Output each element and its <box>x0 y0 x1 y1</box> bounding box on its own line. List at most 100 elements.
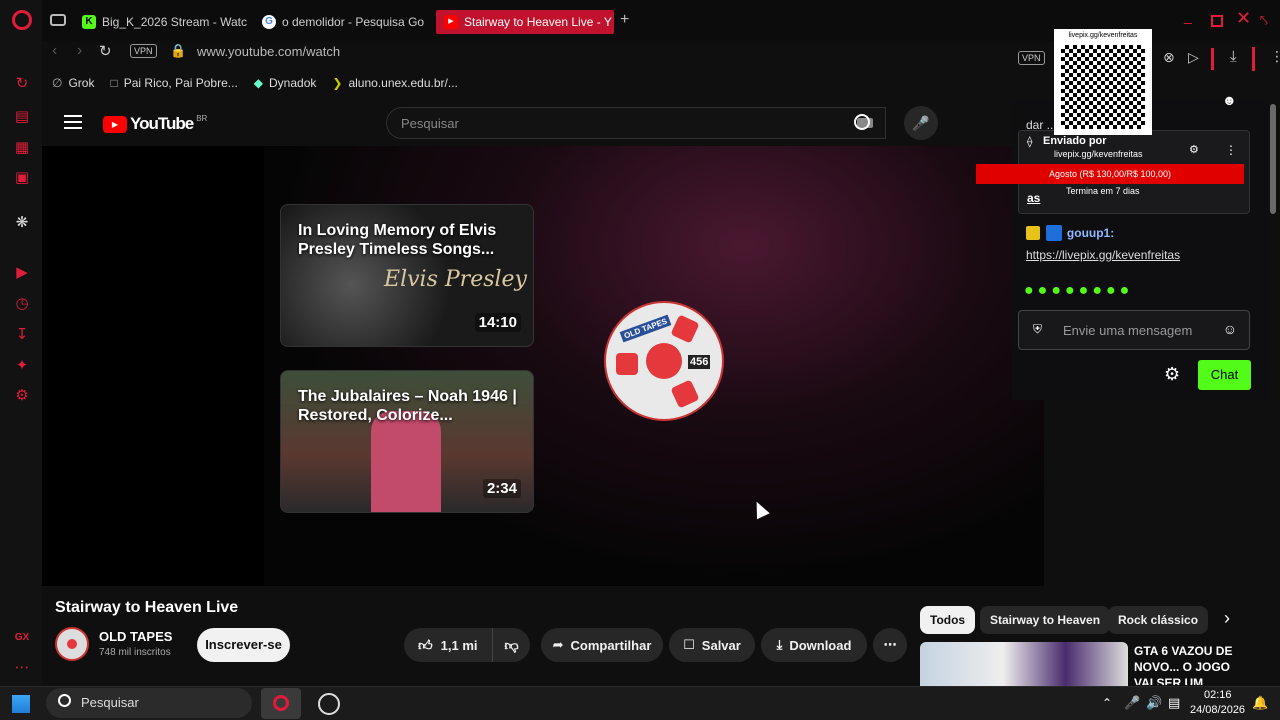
people-icon[interactable]: ☻ <box>1222 92 1237 108</box>
bookmark-dynadok[interactable]: ◆ Dynadok <box>254 76 317 90</box>
taskbar-search-label: Pesquisar <box>81 695 139 710</box>
pin-action-icon[interactable]: ⚙ <box>1189 143 1199 156</box>
emote-row[interactable]: ●●●●●●●● <box>1024 282 1133 300</box>
scrollbar[interactable] <box>1270 104 1276 214</box>
thumbs-down-icon: 👎︎ <box>504 636 519 653</box>
shield-x-icon[interactable]: ⊗ <box>1163 49 1175 66</box>
subscribe-button[interactable]: Inscrever-se <box>197 628 290 662</box>
youtube-play-icon: ▶ <box>103 115 127 133</box>
save-button[interactable]: ☐ Salvar <box>669 628 755 662</box>
download-button[interactable]: ⤓ Download <box>761 628 867 662</box>
channel-avatar[interactable] <box>55 627 89 661</box>
volume-icon[interactable]: 🔊 <box>1146 695 1162 711</box>
youtube-logo[interactable]: ▶ YouTube BR <box>103 114 207 134</box>
crypto-wallet-icon[interactable]: ▤ <box>12 107 32 127</box>
dislike-button[interactable]: 👎︎ <box>492 628 530 662</box>
taskbar-search[interactable]: Pesquisar <box>46 688 252 718</box>
tab-youtube[interactable]: ▶ Stairway to Heaven Live - Y <box>436 10 614 34</box>
end-card-thumbnail <box>371 411 441 512</box>
new-tab-button[interactable]: + <box>620 11 629 29</box>
aria-icon[interactable]: ↻ <box>12 74 32 94</box>
channel-watermark-logo[interactable]: OLD TAPES 456 <box>604 301 724 421</box>
end-card-elvis[interactable]: Elvis Presley In Loving Memory of Elvis … <box>280 204 534 347</box>
gx-icon[interactable]: GX <box>12 628 32 648</box>
opera-taskbar-icon[interactable] <box>261 688 301 719</box>
network-icon[interactable]: ▤ <box>1168 695 1180 711</box>
vpn-badge[interactable]: VPN <box>130 44 157 58</box>
lock-icon[interactable]: 🔒 <box>170 43 186 59</box>
chatgpt-icon[interactable]: ❋ <box>12 213 32 233</box>
game-icon[interactable] <box>50 14 66 26</box>
url-field[interactable]: www.youtube.com/watch <box>197 44 340 59</box>
side-video-title[interactable]: GTA 6 VAZOU DE NOVO... O JOGO VAI SER UM… <box>1134 643 1252 685</box>
download-icon[interactable]: ⤓ <box>1230 48 1237 65</box>
downloads-icon[interactable]: ↧ <box>12 325 32 345</box>
reload-icon[interactable]: ↻ <box>99 42 112 60</box>
chip-stairway[interactable]: Stairway to Heaven <box>980 606 1111 634</box>
voice-search-icon[interactable]: 🎤 <box>904 106 938 140</box>
chat-settings-icon[interactable]: ⚙ <box>1164 364 1180 385</box>
tape-number: 456 <box>688 355 711 369</box>
notification-icon[interactable]: 🔔 <box>1252 695 1268 711</box>
search-icon[interactable] <box>854 114 870 130</box>
send-icon[interactable]: ▷ <box>1188 49 1199 66</box>
region-code: BR <box>196 113 208 123</box>
pin-icon[interactable]: ⤣ <box>1260 12 1268 29</box>
side-video-thumbnail[interactable] <box>920 642 1128 686</box>
microphone-icon[interactable]: 🎤 <box>1124 695 1140 711</box>
bookmark-grok[interactable]: ∅ Grok <box>52 76 94 90</box>
more-icon[interactable]: ⋯ <box>12 658 32 678</box>
menu-icon[interactable]: ⋮ <box>1270 48 1280 65</box>
maximize-button[interactable] <box>1211 15 1223 27</box>
chip-rock[interactable]: Rock clássico <box>1108 606 1209 634</box>
opera-logo-icon[interactable] <box>12 10 32 30</box>
clock-date[interactable]: 24/08/2026 <box>1190 704 1245 716</box>
shield-icon: ⛨ <box>1033 322 1043 336</box>
pinned-more-icon[interactable]: ⋮ <box>1225 143 1237 157</box>
kick-icon: K <box>82 15 96 29</box>
tab-kick[interactable]: K Big_K_2026 Stream - Watch <box>82 10 247 34</box>
close-button[interactable]: ✕ <box>1236 8 1251 29</box>
history-icon[interactable]: ◷ <box>12 294 32 314</box>
obs-taskbar-icon[interactable] <box>318 693 340 715</box>
chat-link[interactable]: https://livepix.gg/kevenfreitas <box>1026 248 1246 262</box>
chat-username[interactable]: gouup1: <box>1067 226 1114 240</box>
channel-name[interactable]: OLD TAPES <box>99 629 172 644</box>
pin-icon: ⟠ <box>1027 136 1033 148</box>
forward-icon[interactable]: › <box>77 42 82 60</box>
bookmark-pai-rico[interactable]: □ Pai Rico, Pai Pobre... <box>110 76 237 90</box>
extensions-icon[interactable]: ✦ <box>12 356 32 376</box>
chat-input[interactable]: ⛨ Envie uma mensagem ☺ <box>1018 310 1250 350</box>
tray-chevron-icon[interactable]: ⌃ <box>1102 696 1112 710</box>
subscriber-count: 748 mil inscritos <box>99 647 171 658</box>
messenger-icon[interactable]: ▣ <box>12 168 32 188</box>
livepix-qr-overlay: livepix.gg/kevenfreitas <box>1054 29 1152 135</box>
goal-text: Agosto (R$ 130,00/R$ 100,00) <box>1048 169 1172 179</box>
like-button[interactable]: 👍︎ 1,1 mi <box>404 628 492 662</box>
more-actions-button[interactable]: ⋯ <box>873 628 907 662</box>
bookmark-unex[interactable]: ❯ aluno.unex.edu.br/... <box>332 76 457 90</box>
chip-todos[interactable]: Todos <box>920 606 976 634</box>
youtube-header: ▶ YouTube BR Pesquisar 🎤 <box>42 100 1010 146</box>
windows-start-icon[interactable] <box>12 695 30 713</box>
workspaces-icon[interactable]: ▦ <box>12 138 32 158</box>
end-card-jubalaires[interactable]: The Jubalaires – Noah 1946 | Restored, C… <box>280 370 534 513</box>
video-player[interactable]: Elvis Presley In Loving Memory of Elvis … <box>42 146 1044 586</box>
clock-time[interactable]: 02:16 <box>1204 689 1232 701</box>
goal-subtext: Termina em 7 dias <box>1066 186 1140 196</box>
vpn-badge-right[interactable]: VPN <box>1018 51 1045 65</box>
settings-icon[interactable]: ⚙ <box>12 386 32 406</box>
minimize-button[interactable]: _ <box>1184 9 1196 24</box>
player-icon[interactable]: ▶ <box>12 263 32 283</box>
share-icon: ➦ <box>552 637 564 652</box>
share-button[interactable]: ➦ Compartilhar <box>541 628 663 662</box>
emoji-icon[interactable]: ☺ <box>1223 321 1237 337</box>
back-icon[interactable]: ‹ <box>52 42 57 60</box>
tab-google[interactable]: G o demolidor - Pesquisa Goo <box>262 10 424 34</box>
search-box[interactable]: Pesquisar <box>386 107 886 139</box>
tab-label: o demolidor - Pesquisa Goo <box>282 15 424 29</box>
hamburger-menu-icon[interactable] <box>64 115 82 129</box>
search-input[interactable]: Pesquisar <box>401 116 459 131</box>
chips-next-icon[interactable]: › <box>1224 608 1230 629</box>
chat-send-button[interactable]: Chat <box>1198 360 1251 390</box>
